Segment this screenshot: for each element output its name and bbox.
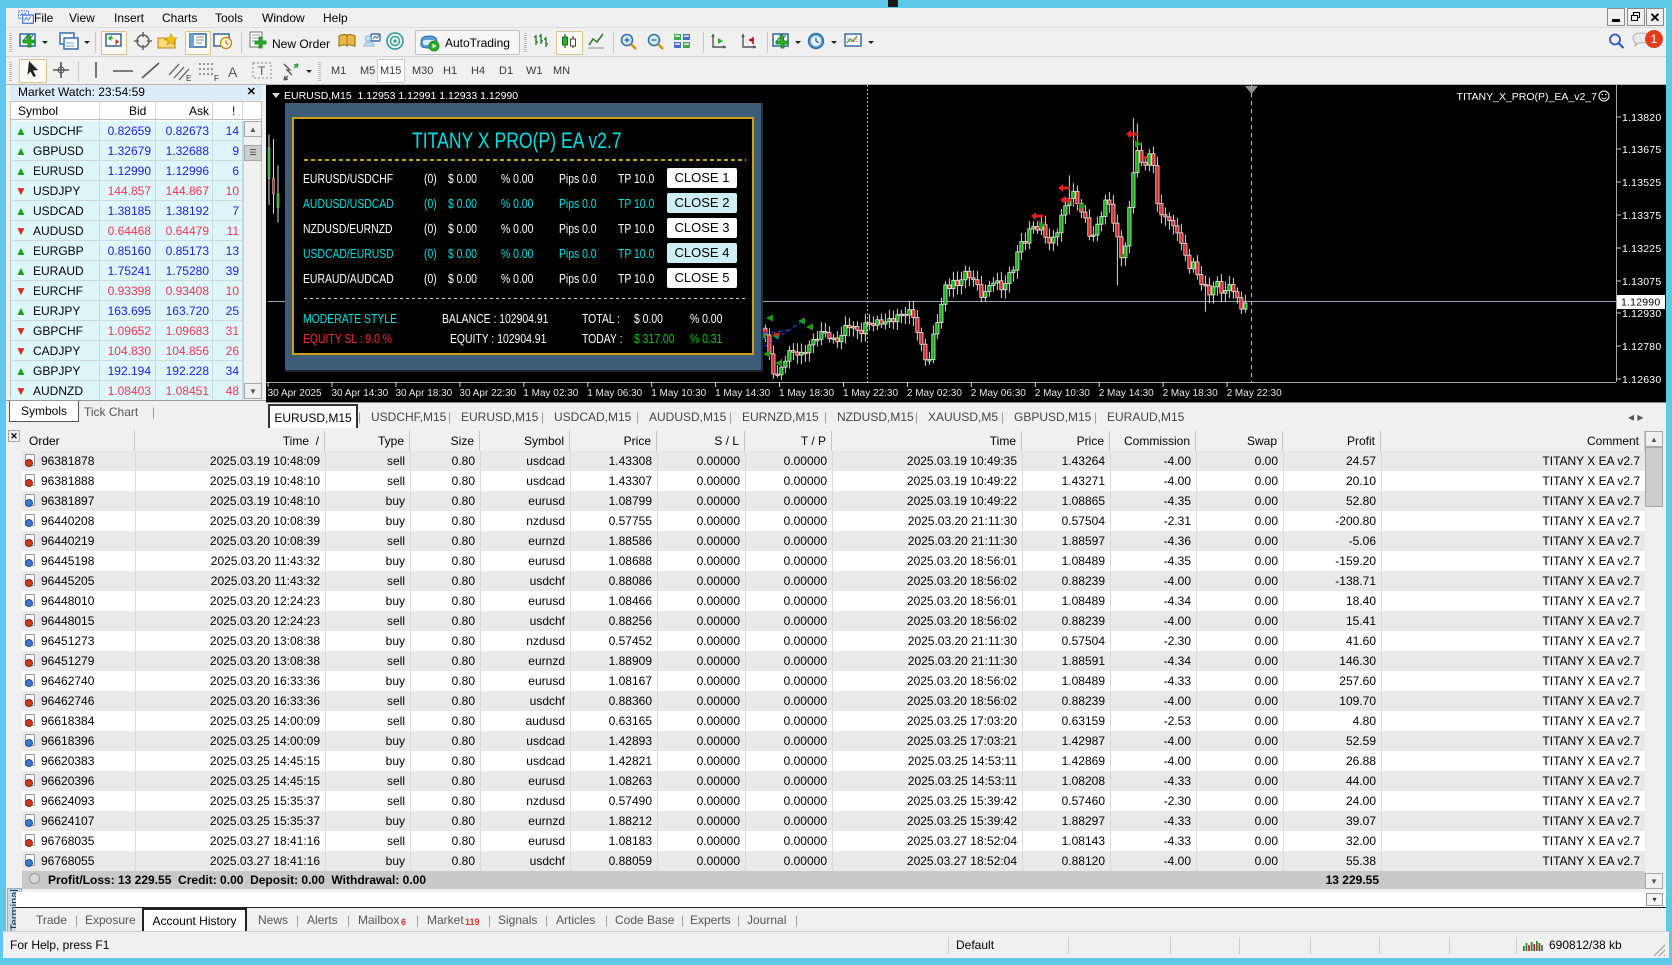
- svg-text:1.12990: 1.12990: [1621, 297, 1660, 309]
- svg-text:30 Apr 22:30: 30 Apr 22:30: [459, 388, 516, 399]
- svg-text:T: T: [258, 64, 266, 78]
- svg-text:1.13525: 1.13525: [1622, 177, 1661, 189]
- svg-text:TITANY_X_PRO(P)_EA_v2_7: TITANY_X_PRO(P)_EA_v2_7: [1457, 91, 1598, 103]
- svg-text:1.13225: 1.13225: [1622, 243, 1661, 255]
- svg-text:2 May 14:30: 2 May 14:30: [1099, 388, 1154, 399]
- svg-text:2 May 06:30: 2 May 06:30: [971, 388, 1026, 399]
- svg-text:1 May 14:30: 1 May 14:30: [715, 388, 770, 399]
- svg-text:30 Apr 2025: 30 Apr 2025: [268, 388, 322, 399]
- svg-text:30 Apr 18:30: 30 Apr 18:30: [396, 388, 453, 399]
- svg-text:1.12630: 1.12630: [1622, 374, 1661, 386]
- svg-text:F: F: [214, 74, 219, 82]
- svg-text:2 May 10:30: 2 May 10:30: [1035, 388, 1090, 399]
- svg-text:1.13375: 1.13375: [1622, 210, 1661, 222]
- svg-text:2 May 18:30: 2 May 18:30: [1163, 388, 1218, 399]
- svg-text:E: E: [186, 74, 191, 82]
- svg-text:1 May 22:30: 1 May 22:30: [843, 388, 898, 399]
- svg-text:1.13675: 1.13675: [1622, 144, 1661, 156]
- svg-text:1.12780: 1.12780: [1622, 341, 1661, 353]
- svg-text:2 May 22:30: 2 May 22:30: [1227, 388, 1282, 399]
- svg-text:1 May 18:30: 1 May 18:30: [779, 388, 834, 399]
- svg-text:1 May 02:30: 1 May 02:30: [523, 388, 578, 399]
- svg-text:EURUSD,M15 1.12953 1.12991 1.: EURUSD,M15 1.12953 1.12991 1.12933 1.129…: [284, 90, 518, 102]
- svg-text:2 May 02:30: 2 May 02:30: [907, 388, 962, 399]
- svg-text:1 May 06:30: 1 May 06:30: [587, 388, 642, 399]
- svg-text:1: 1: [1651, 32, 1658, 46]
- svg-text:30 Apr 14:30: 30 Apr 14:30: [332, 388, 389, 399]
- svg-text:1 May 10:30: 1 May 10:30: [651, 388, 706, 399]
- svg-text:1.12930: 1.12930: [1622, 308, 1661, 320]
- svg-text:1.13820: 1.13820: [1622, 112, 1661, 124]
- svg-text:1.13075: 1.13075: [1622, 276, 1661, 288]
